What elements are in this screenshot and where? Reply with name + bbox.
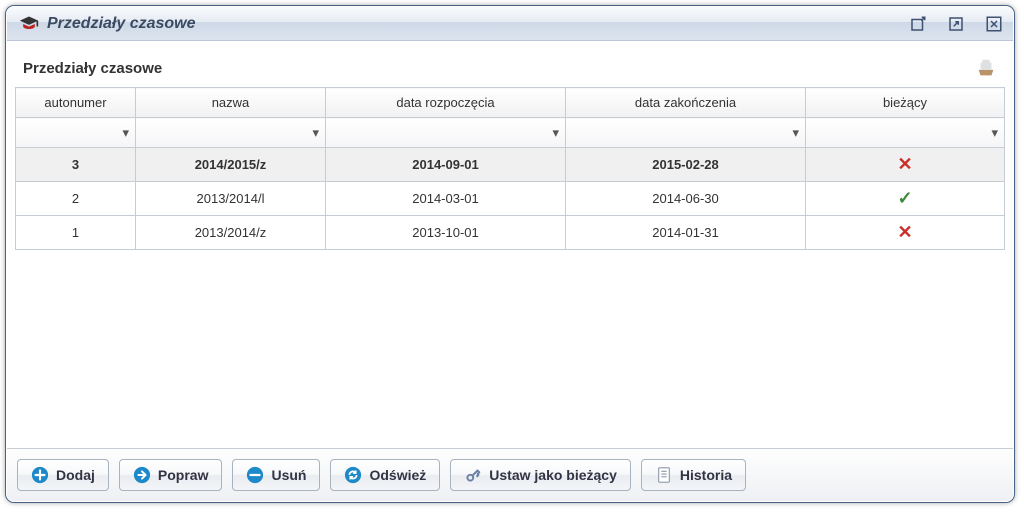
minimize-button[interactable] — [907, 13, 929, 35]
data-grid: autonumer nazwa data rozpoczęcia data za… — [7, 87, 1013, 448]
x-icon: ✕ — [897, 154, 912, 174]
arrow-right-icon — [133, 466, 151, 484]
action-toolbar: Dodaj Popraw Usuń Odśwież Ustaw jako bie… — [7, 448, 1013, 501]
window-title: Przedziały czasowe — [47, 15, 891, 33]
edit-button-label: Popraw — [158, 467, 209, 483]
refresh-button-label: Odśwież — [369, 467, 426, 483]
document-icon — [655, 466, 673, 484]
cell-nazwa: 2013/2014/l — [136, 182, 326, 216]
col-header-nazwa[interactable]: nazwa — [136, 88, 326, 118]
refresh-button[interactable]: Odśwież — [330, 459, 440, 491]
window-frame: Przedziały czasowe Przedziały czasowe au… — [6, 6, 1014, 502]
graduation-cap-icon — [19, 14, 39, 34]
cell-start: 2014-03-01 — [326, 182, 566, 216]
edit-button[interactable]: Popraw — [119, 459, 223, 491]
close-button[interactable] — [983, 13, 1005, 35]
cell-current: ✕ — [806, 216, 1005, 250]
filter-autonumer[interactable]: ▾ — [16, 118, 136, 148]
cell-current: ✓ — [806, 182, 1005, 216]
refresh-icon — [344, 466, 362, 484]
minus-icon — [246, 466, 264, 484]
history-button-label: Historia — [680, 467, 732, 483]
dropdown-icon[interactable]: ▾ — [312, 125, 319, 141]
cell-current: ✕ — [806, 148, 1005, 182]
cell-nazwa: 2014/2015/z — [136, 148, 326, 182]
check-icon: ✓ — [897, 188, 912, 208]
history-button[interactable]: Historia — [641, 459, 746, 491]
set-current-button[interactable]: Ustaw jako bieżący — [450, 459, 631, 491]
filter-start[interactable]: ▾ — [326, 118, 566, 148]
cell-end: 2014-01-31 — [566, 216, 806, 250]
add-button-label: Dodaj — [56, 467, 95, 483]
dropdown-icon[interactable]: ▾ — [792, 125, 799, 141]
col-header-end[interactable]: data zakończenia — [566, 88, 806, 118]
dropdown-icon[interactable]: ▾ — [991, 125, 998, 141]
col-header-start[interactable]: data rozpoczęcia — [326, 88, 566, 118]
delete-button[interactable]: Usuń — [232, 459, 320, 491]
cell-end: 2015-02-28 — [566, 148, 806, 182]
col-header-current[interactable]: bieżący — [806, 88, 1005, 118]
x-icon: ✕ — [897, 222, 912, 242]
filter-nazwa[interactable]: ▾ — [136, 118, 326, 148]
cell-end: 2014-06-30 — [566, 182, 806, 216]
maximize-button[interactable] — [945, 13, 967, 35]
subtitle-row: Przedziały czasowe — [7, 41, 1013, 87]
dropdown-icon[interactable]: ▾ — [122, 125, 129, 141]
title-bar: Przedziały czasowe — [7, 7, 1013, 41]
grid-filter-row: ▾ ▾ ▾ ▾ ▾ — [16, 118, 1005, 148]
cell-autonumer: 3 — [16, 148, 136, 182]
col-header-autonumer[interactable]: autonumer — [16, 88, 136, 118]
print-icon[interactable] — [975, 57, 997, 79]
cell-start: 2014-09-01 — [326, 148, 566, 182]
table-row[interactable]: 22013/2014/l2014-03-012014-06-30 ✓ — [16, 182, 1005, 216]
filter-current[interactable]: ▾ — [806, 118, 1005, 148]
cell-nazwa: 2013/2014/z — [136, 216, 326, 250]
page-subtitle: Przedziały czasowe — [23, 60, 975, 77]
cell-autonumer: 2 — [16, 182, 136, 216]
add-button[interactable]: Dodaj — [17, 459, 109, 491]
delete-button-label: Usuń — [271, 467, 306, 483]
key-icon — [464, 466, 482, 484]
set-current-button-label: Ustaw jako bieżący — [489, 467, 617, 483]
grid-header-row: autonumer nazwa data rozpoczęcia data za… — [16, 88, 1005, 118]
cell-start: 2013-10-01 — [326, 216, 566, 250]
plus-icon — [31, 466, 49, 484]
cell-autonumer: 1 — [16, 216, 136, 250]
table-row[interactable]: 12013/2014/z2013-10-012014-01-31 ✕ — [16, 216, 1005, 250]
dropdown-icon[interactable]: ▾ — [552, 125, 559, 141]
filter-end[interactable]: ▾ — [566, 118, 806, 148]
table-row[interactable]: 32014/2015/z2014-09-012015-02-28 ✕ — [16, 148, 1005, 182]
